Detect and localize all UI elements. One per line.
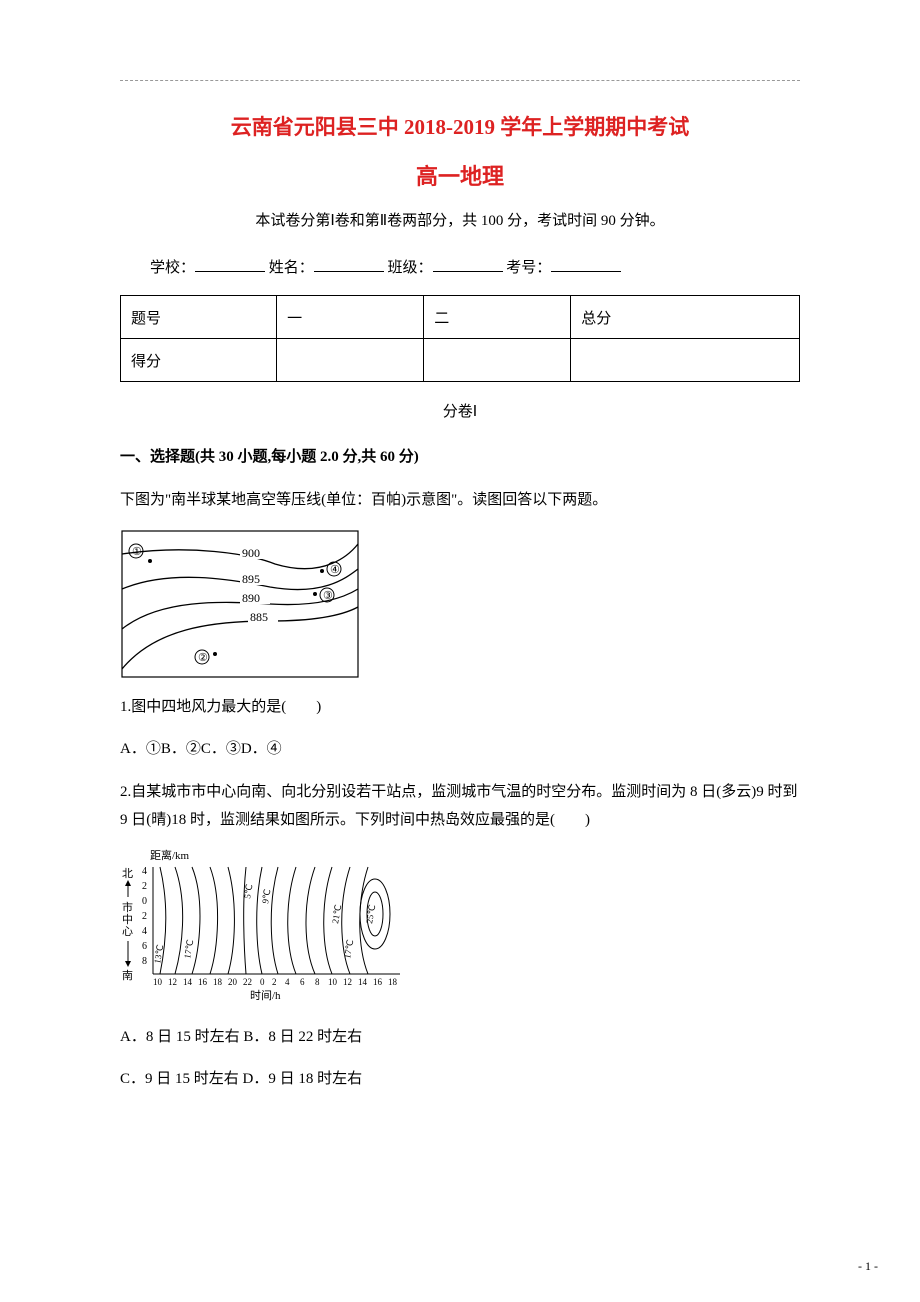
xtick: 0	[260, 977, 265, 987]
q2-options-line1: A．8 日 15 时左右 B．8 日 22 时左右	[120, 1023, 800, 1052]
q2-optB: B．8 日 22 时左右	[243, 1029, 362, 1045]
isobar-label: 885	[250, 610, 268, 624]
top-divider	[120, 80, 800, 81]
ytick: 4	[142, 866, 147, 877]
point-label: ④	[330, 564, 340, 576]
cell-score-total[interactable]	[571, 339, 800, 382]
section-a-leadin: 下图为"南半球某地高空等压线(单位：百帕)示意图"。读图回答以下两题。	[120, 486, 800, 515]
point-label: ①	[132, 546, 142, 558]
ytick: 2	[142, 911, 147, 922]
point-label: ③	[323, 590, 333, 602]
subpaper-label: 分卷Ⅰ	[120, 400, 800, 421]
q2-optD: D．9 日 18 时左右	[243, 1071, 363, 1087]
blank-class[interactable]	[433, 257, 503, 272]
contour-label: 17℃	[182, 938, 195, 959]
xlabel: 时间/h	[250, 989, 281, 1002]
figure-isobar: 900 895 890 885 ① ② ③ ④	[120, 529, 800, 679]
contour-label: 25℃	[364, 903, 377, 924]
q1-options: A．①B．②C．③D．④	[120, 735, 800, 764]
xtick: 14	[183, 977, 193, 987]
figure-heatisland: 距离/km 北 市 中 心 南 4 2 0 2 4 6 8	[120, 849, 800, 1009]
exam-page: 云南省元阳县三中 2018-2019 学年上学期期中考试 高一地理 本试卷分第Ⅰ…	[0, 0, 920, 1302]
blank-number[interactable]	[551, 257, 621, 272]
xtick: 18	[213, 977, 223, 987]
xtick: 2	[272, 977, 277, 987]
ydir-south: 南	[122, 969, 133, 982]
xtick: 12	[168, 977, 177, 987]
label-school: 学校：	[150, 260, 195, 276]
xtick: 16	[198, 977, 208, 987]
isobar-label: 890	[242, 591, 260, 605]
score-table: 题号 一 二 总分 得分	[120, 295, 800, 382]
heat-island-chart-icon: 距离/km 北 市 中 心 南 4 2 0 2 4 6 8	[120, 849, 410, 1009]
xtick: 10	[153, 977, 163, 987]
q2-optC: C．9 日 15 时左右	[120, 1071, 239, 1087]
xtick: 22	[243, 977, 252, 987]
contour-label: 13℃	[152, 943, 165, 964]
cell-label-score: 得分	[121, 339, 277, 382]
page-number: - 1 -	[858, 1259, 878, 1274]
ytick: 4	[142, 926, 147, 937]
ydir-center-1: 市	[122, 900, 133, 914]
xtick: 14	[358, 977, 368, 987]
cell-col2: 二	[424, 296, 571, 339]
section-a-heading: 一、选择题(共 30 小题,每小题 2.0 分,共 60 分)	[120, 445, 800, 466]
contour-label: 9℃	[260, 888, 272, 904]
table-row: 题号 一 二 总分	[121, 296, 800, 339]
cell-total: 总分	[571, 296, 800, 339]
cell-score2[interactable]	[424, 339, 571, 382]
xtick: 18	[388, 977, 398, 987]
contour-label: 17℃	[342, 938, 355, 959]
ytick: 6	[142, 941, 147, 952]
label-class: 班级：	[388, 260, 433, 276]
q2-stem: 2.自某城市市中心向南、向北分别设若干站点，监测城市气温的时空分布。监测时间为 …	[120, 778, 800, 835]
xtick: 4	[285, 977, 290, 987]
point-label: ②	[198, 652, 208, 664]
label-name: 姓名：	[269, 260, 314, 276]
xtick: 10	[328, 977, 338, 987]
ytick: 8	[142, 956, 147, 967]
label-number: 考号：	[506, 260, 551, 276]
ydir-north: 北	[122, 867, 133, 880]
cell-score1[interactable]	[277, 339, 424, 382]
cell-label-qno: 题号	[121, 296, 277, 339]
q2-optA: A．8 日 15 时左右	[120, 1029, 240, 1045]
xtick: 6	[300, 977, 305, 987]
ydir-center-2: 中	[122, 913, 133, 926]
table-row: 得分	[121, 339, 800, 382]
exam-title-line1: 云南省元阳县三中 2018-2019 学年上学期期中考试	[120, 111, 800, 141]
ytick: 0	[142, 896, 147, 907]
xtick: 16	[373, 977, 383, 987]
exam-instruction: 本试卷分第Ⅰ卷和第Ⅱ卷两部分，共 100 分，考试时间 90 分钟。	[120, 209, 800, 230]
q2-options-line2: C．9 日 15 时左右 D．9 日 18 时左右	[120, 1065, 800, 1094]
isobar-label: 895	[242, 572, 260, 586]
student-id-line: 学校： 姓名： 班级： 考号：	[150, 256, 800, 277]
blank-name[interactable]	[314, 257, 384, 272]
xtick: 20	[228, 977, 238, 987]
ytick: 2	[142, 881, 147, 892]
xtick: 8	[315, 977, 320, 987]
contour-label: 5℃	[242, 883, 254, 899]
blank-school[interactable]	[195, 257, 265, 272]
ydir-center-3: 心	[122, 925, 133, 938]
isobar-map-icon: 900 895 890 885 ① ② ③ ④	[120, 529, 360, 679]
xtick: 12	[343, 977, 352, 987]
ylabel-top: 距离/km	[150, 849, 190, 862]
exam-title-line2: 高一地理	[120, 159, 800, 191]
q1-stem: 1.图中四地风力最大的是( )	[120, 693, 800, 722]
cell-col1: 一	[277, 296, 424, 339]
isobar-label: 900	[242, 546, 260, 560]
